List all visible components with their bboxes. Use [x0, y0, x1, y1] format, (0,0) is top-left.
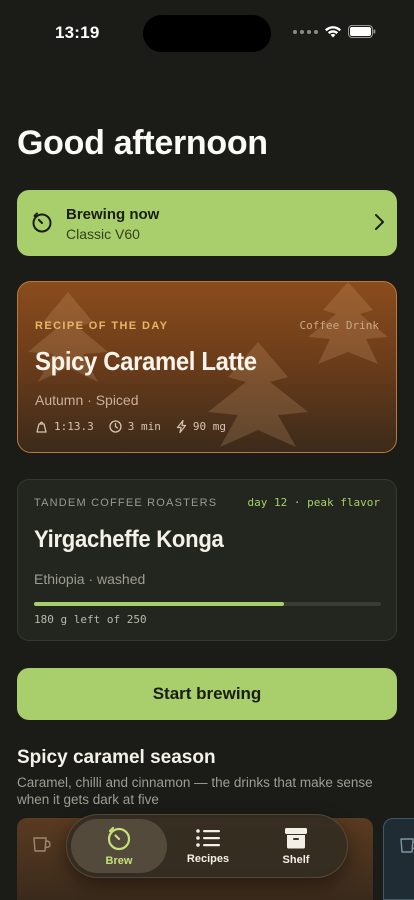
beans-remaining-bar	[34, 602, 381, 606]
recipe-meta-caffeine: 90 mg	[176, 420, 226, 433]
recipe-duration: 3 min	[127, 420, 161, 433]
brewing-now-title: Brewing now	[66, 206, 160, 223]
status-bar: 13:19	[0, 0, 414, 64]
chevron-right-icon	[375, 214, 384, 230]
bean-origin: Ethiopia · washed	[34, 571, 146, 587]
dynamic-island	[143, 15, 271, 52]
current-beans-card[interactable]: TANDEM COFFEE ROASTERS day 12 · peak fla…	[17, 479, 397, 641]
beans-remaining-text: 180 g left of 250	[34, 613, 147, 626]
start-brewing-button[interactable]: Start brewing	[17, 668, 397, 720]
recipe-time: 1:13.3	[54, 420, 94, 433]
cup-icon	[33, 837, 51, 852]
recipe-meta-duration: 3 min	[109, 420, 161, 433]
recipe-subtitle: Autumn · Spiced	[35, 392, 139, 408]
freshness-status: day 12 · peak flavor	[247, 496, 380, 509]
tab-shelf[interactable]: Shelf	[248, 819, 344, 873]
archive-box-icon	[285, 828, 307, 849]
brewing-now-subtitle: Classic V60	[66, 226, 140, 242]
clock-icon	[109, 420, 122, 433]
recipe-caffeine: 90 mg	[192, 420, 226, 433]
wifi-icon	[325, 26, 341, 38]
kettle-icon	[36, 421, 47, 433]
tab-recipes[interactable]: Recipes	[160, 819, 256, 873]
cup-icon	[400, 838, 414, 853]
timer-icon	[32, 212, 52, 233]
timer-icon	[107, 826, 131, 851]
page-title: Good afternoon	[17, 124, 268, 162]
battery-icon	[348, 25, 376, 38]
recipe-title: Spicy Caramel Latte	[35, 346, 257, 376]
section-title: Spicy caramel season	[17, 747, 216, 768]
section-description: Caramel, chilli and cinnamon — the drink…	[17, 775, 373, 807]
recipe-category-tag: Coffee Drink	[299, 319, 379, 332]
recipe-of-the-day-card[interactable]: RECIPE OF THE DAY Coffee Drink Spicy Car…	[17, 281, 397, 453]
tab-brew[interactable]: Brew	[71, 819, 167, 873]
tab-brew-label: Brew	[105, 855, 133, 867]
bean-name: Yirgacheffe Konga	[34, 526, 224, 553]
brewing-now-card[interactable]: Brewing now Classic V60	[17, 190, 397, 256]
list-icon	[196, 829, 220, 847]
roaster-name: TANDEM COFFEE ROASTERS	[34, 497, 218, 509]
recipe-meta: 1:13.3 3 min 90 mg	[35, 420, 241, 433]
status-icons	[293, 25, 376, 38]
recipe-meta-time: 1:13.3	[35, 420, 94, 433]
tab-bar: Brew Recipes Shelf	[66, 814, 348, 878]
recipe-carousel-card[interactable]	[383, 818, 414, 900]
beans-remaining-fill	[34, 602, 284, 606]
tab-shelf-label: Shelf	[282, 854, 310, 866]
tab-recipes-label: Recipes	[186, 853, 230, 865]
lightning-icon	[176, 420, 186, 433]
status-time: 13:19	[55, 23, 100, 42]
cellular-signal-icon	[293, 29, 318, 34]
recipe-label: RECIPE OF THE DAY	[35, 320, 169, 332]
